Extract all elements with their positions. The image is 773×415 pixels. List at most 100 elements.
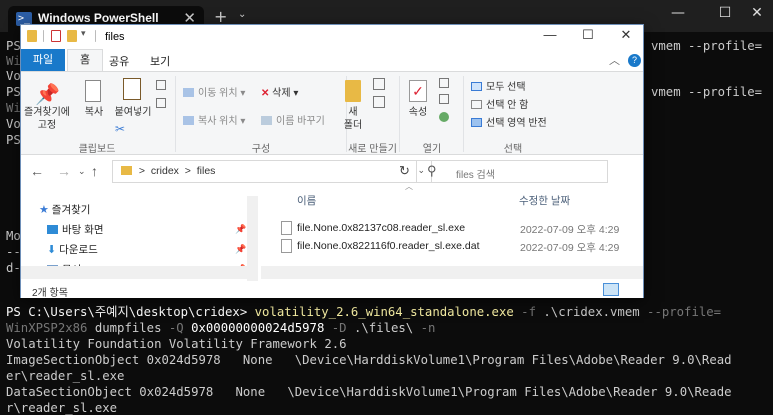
file-explorer-window: ▾ files — ☐ ✕ 파일 홈 공유 보기 ︿ ? 📌 즐겨찾기에 고정 … <box>20 24 644 299</box>
tab-share[interactable]: 공유 <box>109 53 129 69</box>
chevron-down-icon[interactable]: ⌄ <box>238 9 246 20</box>
pin-icon: 📌 <box>35 84 60 106</box>
window-title: files <box>105 31 125 43</box>
help-icon[interactable]: ? <box>628 54 641 67</box>
terminal-line: Wi <box>6 54 21 68</box>
file-row[interactable]: file.None.0x822116f0.reader_sl.exe.dat 2… <box>261 238 631 256</box>
rename-button[interactable]: 이름 바꾸기 <box>261 112 325 127</box>
select-group-label: 선택 <box>503 144 523 155</box>
close-icon[interactable]: ✕ <box>742 5 772 21</box>
terminal-line: PS <box>6 133 21 147</box>
maximize-icon[interactable]: ☐ <box>573 27 603 43</box>
item-count: 2개 항목 <box>32 288 68 299</box>
nav-item-downloads[interactable]: ⬇ 다운로드 <box>47 242 98 260</box>
divider <box>95 30 96 42</box>
divider <box>43 30 44 42</box>
terminal-line: d- <box>6 261 21 275</box>
back-arrow-icon[interactable]: ← <box>30 163 44 179</box>
tab-file[interactable]: 파일 <box>21 49 65 71</box>
terminal-line: vmem --profile= <box>651 85 763 99</box>
properties-button[interactable]: 속성 <box>404 106 432 119</box>
file-icon <box>281 221 292 235</box>
address-input[interactable]: > cridex > files ⌄ <box>112 160 432 183</box>
desktop-icon <box>47 225 58 234</box>
content-horizontal-scrollbar[interactable] <box>261 266 643 279</box>
search-input[interactable]: ⚲ files 검색 <box>416 160 608 183</box>
breadcrumb-cridex[interactable]: cridex <box>151 165 179 177</box>
move-to-button[interactable]: 이동 위치 ▾ <box>183 84 245 99</box>
command-line: PS C:\Users\주예지\desktop\cridex> volatili… <box>6 305 722 319</box>
select-none-button[interactable]: 선택 안 함 <box>471 96 528 111</box>
pin-icon[interactable]: 📌 <box>235 244 246 255</box>
edit-icon[interactable] <box>439 94 449 104</box>
invert-selection-icon <box>471 118 482 127</box>
terminal-line: PS <box>6 39 21 53</box>
close-icon[interactable]: ✕ <box>611 27 641 43</box>
new-folder-button[interactable]: 새 폴더 <box>339 106 367 132</box>
cut-icon[interactable]: ✂ <box>115 122 125 136</box>
properties-icon[interactable] <box>51 30 61 42</box>
delete-button[interactable]: ✕ 삭제 ▾ <box>261 84 298 99</box>
history-icon[interactable] <box>439 112 449 122</box>
copy-to-button[interactable]: 복사 위치 ▾ <box>183 112 245 127</box>
tab-home[interactable]: 홈 <box>67 49 103 71</box>
nav-item-desktop[interactable]: 바탕 화면 <box>47 222 104 240</box>
paste-shortcut-icon[interactable] <box>156 98 166 108</box>
tab-view[interactable]: 보기 <box>150 53 170 69</box>
copy-to-icon <box>183 116 194 125</box>
terminal-line: Mo <box>6 229 21 243</box>
terminal-line: vmem --profile= <box>651 39 763 53</box>
navigation-horizontal-scrollbar[interactable] <box>21 266 258 279</box>
refresh-icon[interactable]: ↻ <box>399 163 410 179</box>
invert-selection-button[interactable]: 선택 영역 반전 <box>471 114 547 129</box>
divider <box>463 76 464 152</box>
new-item-icon[interactable] <box>373 78 385 90</box>
pin-quick-access-button[interactable]: 즐겨찾기에 고정 <box>21 106 73 132</box>
file-row[interactable]: file.None.0x82137c08.reader_sl.exe 2022-… <box>261 220 631 238</box>
paste-button[interactable]: 붙여넣기 <box>111 106 155 119</box>
terminal-line: -- <box>6 245 21 259</box>
star-icon: ★ <box>39 204 49 216</box>
file-name: file.None.0x822116f0.reader_sl.exe.dat <box>297 240 480 252</box>
move-to-icon <box>183 88 194 97</box>
output-line: Volatility Foundation Volatility Framewo… <box>6 337 347 351</box>
select-all-button[interactable]: 모두 선택 <box>471 78 526 93</box>
column-header-date[interactable]: 수정한 날짜 <box>519 193 570 208</box>
copy-button[interactable]: 복사 <box>79 106 109 119</box>
nav-item-quick-access[interactable]: ★ 즐겨찾기 <box>39 202 90 220</box>
forward-arrow-icon[interactable]: → <box>57 163 71 179</box>
pin-icon[interactable]: 📌 <box>235 224 246 235</box>
file-date: 2022-07-09 오후 4:29 <box>520 242 620 254</box>
clipboard-group-label: 클립보드 <box>78 144 116 155</box>
rename-icon <box>261 116 272 125</box>
output-line: DataSectionObject 0x024d5978 None \Devic… <box>6 385 732 399</box>
minimize-icon[interactable]: — <box>663 5 693 21</box>
paste-icon <box>123 78 141 100</box>
new-folder-icon[interactable] <box>67 30 77 42</box>
terminal-line: Wi <box>6 101 21 115</box>
output-line: er\reader_sl.exe <box>6 369 125 383</box>
maximize-icon[interactable]: ☐ <box>710 5 740 21</box>
new-folder-icon <box>345 80 361 102</box>
up-arrow-icon[interactable]: ↑ <box>91 163 98 179</box>
customize-quick-access-icon[interactable]: ▾ <box>81 28 86 39</box>
open-group-label: 열기 <box>422 144 442 155</box>
folder-icon <box>121 166 132 175</box>
details-view-icon[interactable] <box>603 283 619 296</box>
breadcrumb-files[interactable]: files <box>197 165 216 177</box>
minimize-icon[interactable]: — <box>535 27 565 42</box>
terminal-line: PS <box>6 85 21 99</box>
column-header-name[interactable]: 이름 <box>297 193 316 208</box>
open-icon[interactable] <box>439 78 449 88</box>
command-line-continued: WinXPSP2x86 dumpfiles -Q 0x00000000024d5… <box>6 321 436 335</box>
powershell-tab-title: Windows PowerShell <box>38 11 159 25</box>
copy-path-icon[interactable] <box>156 80 166 90</box>
organize-group-label: 구성 <box>251 144 271 155</box>
large-icons-view-icon[interactable] <box>623 283 639 296</box>
status-bar: 2개 항목 <box>21 281 643 299</box>
recent-locations-icon[interactable]: ⌄ <box>78 166 86 177</box>
easy-access-icon[interactable] <box>373 96 385 108</box>
chevron-up-icon[interactable]: ︿ <box>609 52 620 68</box>
copy-icon <box>85 80 101 102</box>
terminal-line: Vo <box>6 69 21 83</box>
